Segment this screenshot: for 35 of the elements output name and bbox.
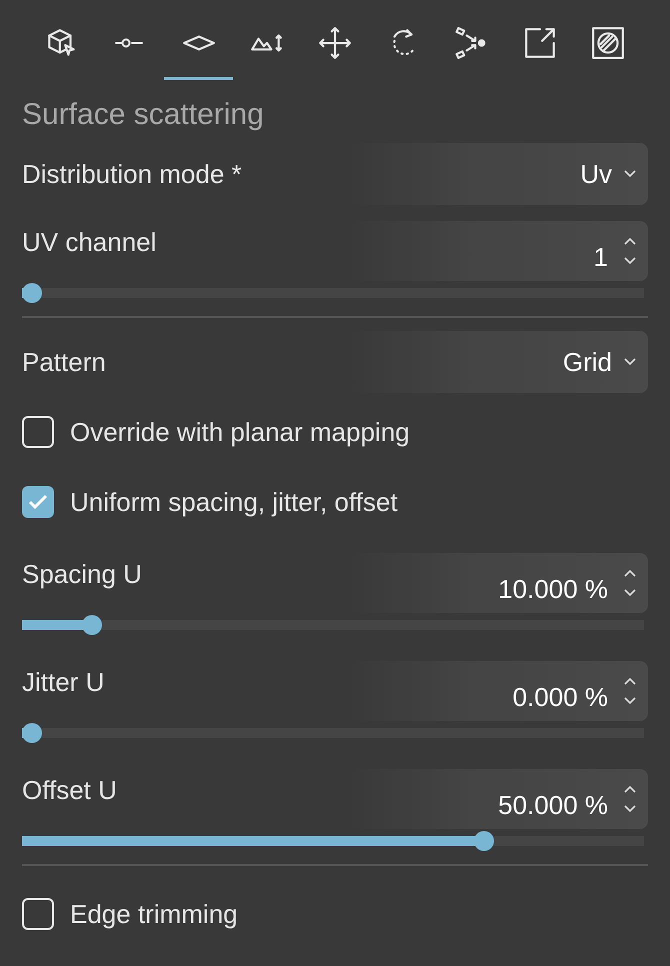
chevron-up-icon[interactable] bbox=[624, 569, 636, 577]
section-title: Surface scattering bbox=[22, 97, 265, 133]
number-value: 1 bbox=[594, 240, 608, 274]
number-value: 10.000 % bbox=[498, 572, 608, 606]
field-label: Pattern bbox=[22, 346, 106, 378]
checkbox-label: Override with planar mapping bbox=[70, 416, 410, 448]
chevron-down-icon[interactable] bbox=[624, 697, 636, 705]
converge-arrows-icon bbox=[454, 26, 488, 60]
checkbox-label: Edge trimming bbox=[70, 898, 238, 930]
chevron-down-icon[interactable] bbox=[624, 805, 636, 813]
checkbox[interactable] bbox=[22, 416, 54, 448]
chevron-up-icon[interactable] bbox=[624, 677, 636, 685]
slider-thumb[interactable] bbox=[22, 283, 42, 303]
field-label: Jitter U bbox=[22, 666, 104, 699]
slider-thumb[interactable] bbox=[82, 615, 102, 635]
field-label: UV channel bbox=[22, 226, 156, 259]
slider-thumb[interactable] bbox=[474, 831, 494, 851]
slider-thumb[interactable] bbox=[22, 723, 42, 743]
field-label: Distribution mode * bbox=[22, 158, 242, 190]
checkbox[interactable] bbox=[22, 486, 54, 518]
check-icon bbox=[28, 494, 48, 510]
checkbox[interactable] bbox=[22, 898, 54, 930]
number-value: 0.000 % bbox=[512, 680, 608, 714]
chevron-up-icon[interactable] bbox=[624, 237, 636, 245]
chevron-down-icon[interactable] bbox=[624, 589, 636, 597]
field-label: Spacing U bbox=[22, 558, 142, 591]
number-value: 50.000 % bbox=[498, 788, 608, 822]
field-label: Offset U bbox=[22, 774, 117, 807]
move-arrows-icon bbox=[318, 26, 352, 60]
checkbox-label: Uniform spacing, jitter, offset bbox=[70, 486, 398, 518]
chevron-up-icon[interactable] bbox=[624, 785, 636, 793]
chevron-down-icon[interactable] bbox=[624, 170, 636, 178]
chevron-down-icon[interactable] bbox=[624, 257, 636, 265]
export-box-icon bbox=[522, 26, 557, 60]
chevron-down-icon[interactable] bbox=[624, 358, 636, 366]
